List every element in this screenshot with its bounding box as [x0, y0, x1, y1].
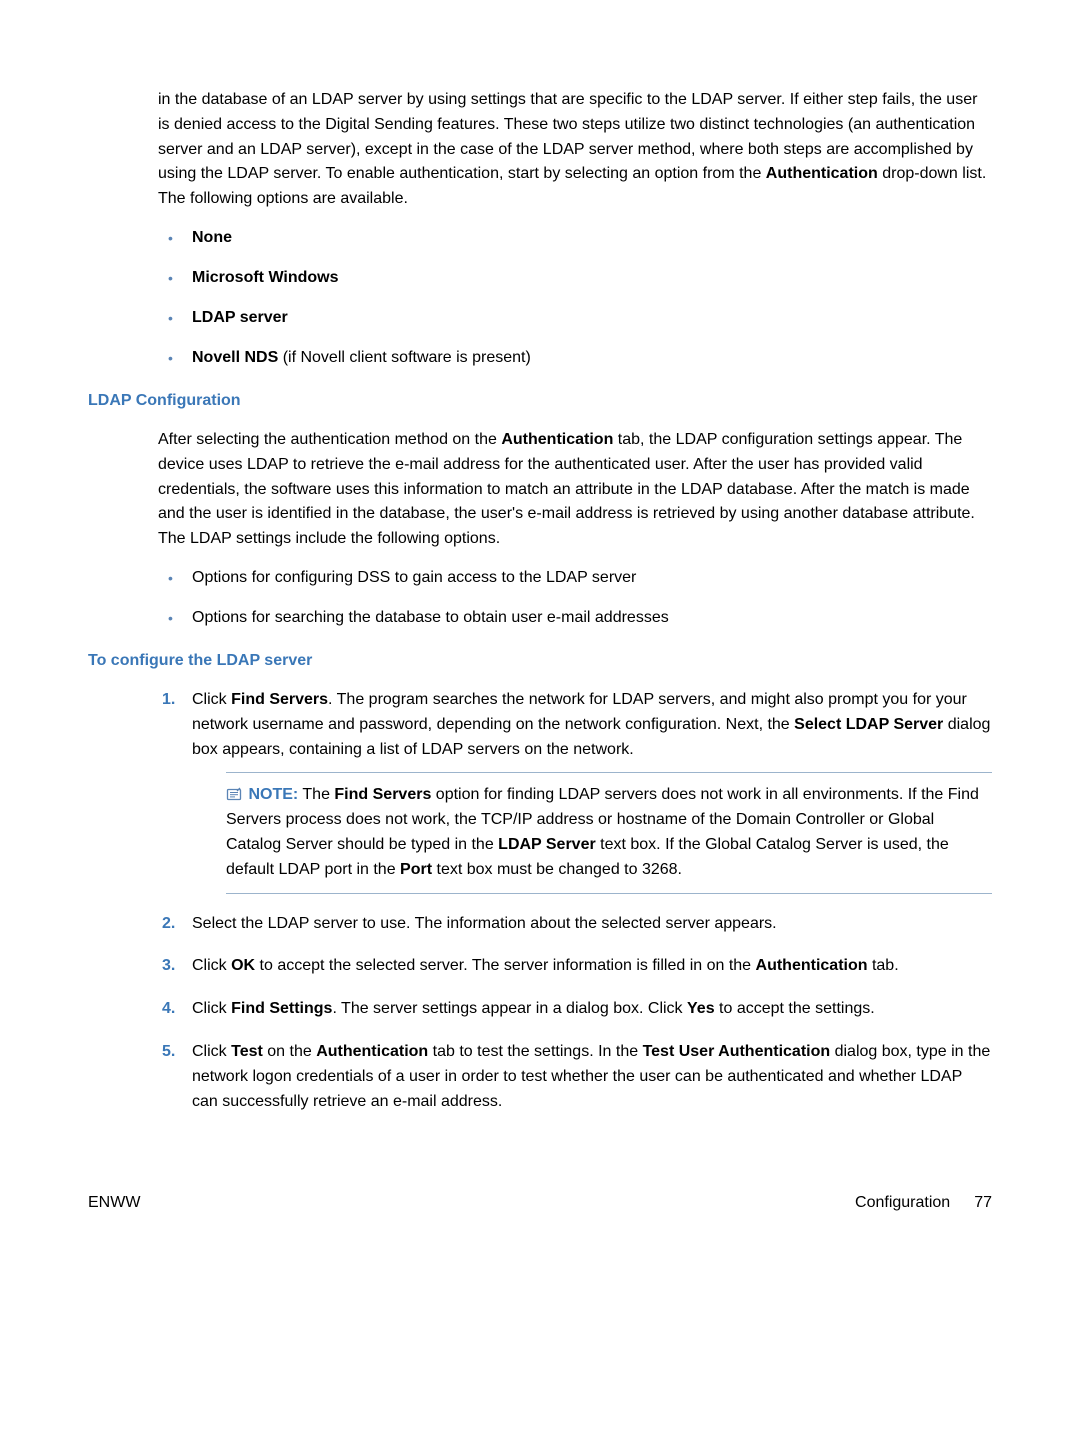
- s4-b1: Find Settings: [231, 1000, 332, 1017]
- configure-ldap-heading: To configure the LDAP server: [88, 652, 992, 670]
- s4-pre: Click: [192, 1000, 231, 1017]
- s4-b2: Yes: [687, 1000, 715, 1017]
- s1-pre: Click: [192, 691, 231, 708]
- ldap-config-paragraph: After selecting the authentication metho…: [158, 428, 992, 552]
- note-b2: LDAP Server: [498, 836, 596, 853]
- s4-mid1: . The server settings appear in a dialog…: [332, 1000, 687, 1017]
- auth-option-ms: Microsoft Windows: [158, 266, 992, 290]
- intro-bold-auth: Authentication: [766, 165, 878, 182]
- note-pre: The: [298, 786, 334, 803]
- note-label: NOTE:: [248, 786, 298, 803]
- s5-mid1: on the: [263, 1043, 316, 1060]
- s4-mid2: to accept the settings.: [715, 1000, 875, 1017]
- configure-steps-block: Click Find Servers. The program searches…: [158, 688, 992, 1114]
- s3-mid2: tab.: [868, 957, 899, 974]
- auth-option-ldap: LDAP server: [158, 306, 992, 330]
- footer-section: Configuration: [855, 1194, 950, 1212]
- s5-b2: Authentication: [316, 1043, 428, 1060]
- auth-option-novell: Novell NDS (if Novell client software is…: [158, 346, 992, 370]
- intro-block: in the database of an LDAP server by usi…: [158, 88, 992, 370]
- s1-b2: Select LDAP Server: [794, 716, 943, 733]
- s3-pre: Click: [192, 957, 231, 974]
- step-3: Click OK to accept the selected server. …: [158, 954, 992, 979]
- ldap-bullet-1: Options for configuring DSS to gain acce…: [158, 566, 992, 590]
- ldap-bullet-2: Options for searching the database to ob…: [158, 606, 992, 630]
- note-b1: Find Servers: [334, 786, 431, 803]
- s3-b1: OK: [231, 957, 255, 974]
- auth-option-ldap-label: LDAP server: [192, 309, 288, 326]
- ldap-config-heading: LDAP Configuration: [88, 392, 992, 410]
- s3-b2: Authentication: [756, 957, 868, 974]
- steps-list: Click Find Servers. The program searches…: [158, 688, 992, 1114]
- step-2: Select the LDAP server to use. The infor…: [158, 912, 992, 937]
- note-mid3: text box must be changed to 3268.: [432, 861, 682, 878]
- intro-paragraph: in the database of an LDAP server by usi…: [158, 88, 992, 212]
- ldap-config-block: After selecting the authentication metho…: [158, 428, 992, 630]
- ldap-para-pre: After selecting the authentication metho…: [158, 431, 501, 448]
- footer-page-number: 77: [974, 1194, 992, 1212]
- step-5: Click Test on the Authentication tab to …: [158, 1040, 992, 1114]
- auth-option-none-label: None: [192, 229, 232, 246]
- auth-option-ms-label: Microsoft Windows: [192, 269, 339, 286]
- note-box: NOTE: The Find Servers option for findin…: [226, 772, 992, 893]
- s5-mid2: tab to test the settings. In the: [428, 1043, 642, 1060]
- s5-b1: Test: [231, 1043, 263, 1060]
- auth-options-list: None Microsoft Windows LDAP server Novel…: [158, 226, 992, 370]
- s5-b3: Test User Authentication: [643, 1043, 831, 1060]
- step-1: Click Find Servers. The program searches…: [158, 688, 992, 894]
- ldap-para-mid: tab, the LDAP configuration settings app…: [158, 431, 975, 547]
- ldap-para-b1: Authentication: [501, 431, 613, 448]
- s3-mid1: to accept the selected server. The serve…: [255, 957, 755, 974]
- page-footer: ENWW Configuration 77: [88, 1194, 992, 1212]
- s1-b1: Find Servers: [231, 691, 328, 708]
- note-b3: Port: [400, 861, 432, 878]
- step-4: Click Find Settings. The server settings…: [158, 997, 992, 1022]
- auth-option-novell-rest: (if Novell client software is present): [278, 349, 531, 366]
- auth-option-novell-label: Novell NDS: [192, 349, 278, 366]
- footer-left: ENWW: [88, 1194, 140, 1212]
- ldap-bullets: Options for configuring DSS to gain acce…: [158, 566, 992, 630]
- auth-option-none: None: [158, 226, 992, 250]
- note-icon: [226, 785, 242, 799]
- s5-pre: Click: [192, 1043, 231, 1060]
